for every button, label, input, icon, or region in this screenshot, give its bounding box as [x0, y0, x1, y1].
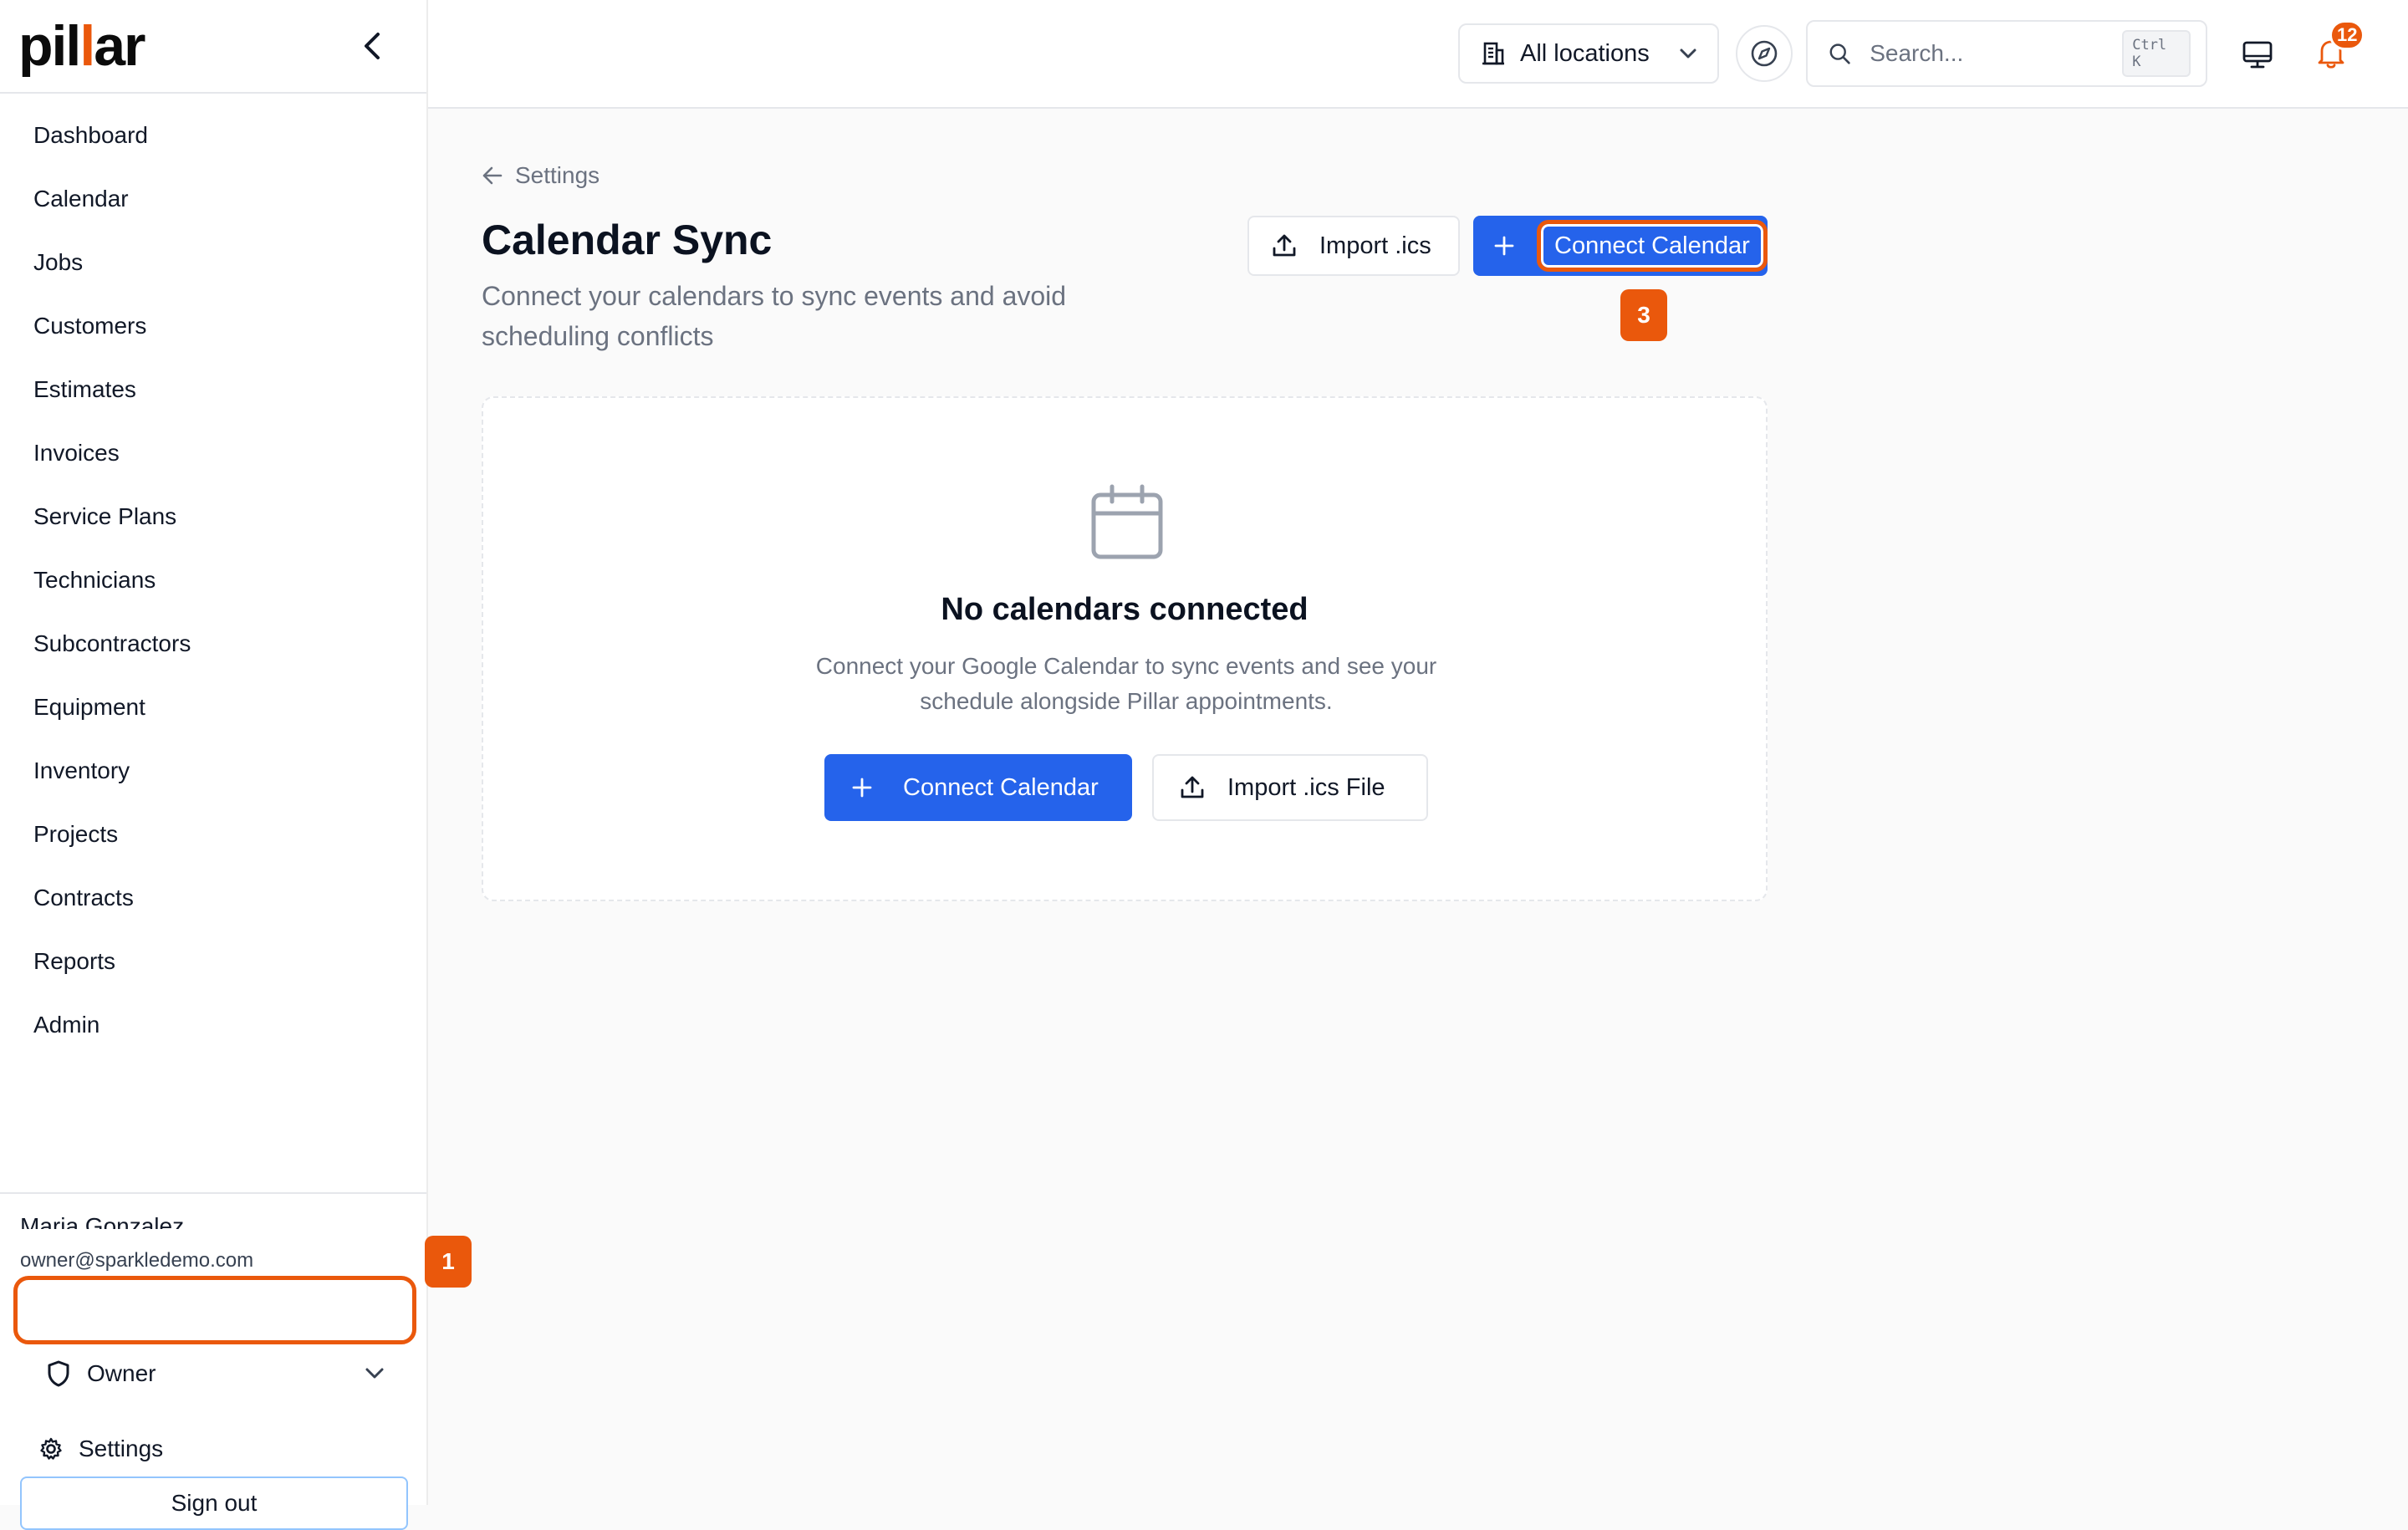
empty-state-title: No calendars connected	[941, 592, 1309, 627]
upload-icon	[1181, 776, 1204, 798]
location-label: All locations	[1520, 39, 1650, 67]
search-icon	[1829, 43, 1850, 64]
empty-connect-calendar-button[interactable]: Connect Calendar	[824, 754, 1132, 821]
page-subtitle: Connect your calendars to sync events an…	[482, 281, 1067, 351]
sidebar-item-service-plans[interactable]: Service Plans	[0, 485, 426, 548]
sidebar-item-estimates[interactable]: Estimates	[0, 358, 426, 421]
sidebar-item-reports[interactable]: Reports	[0, 930, 426, 993]
role-selector[interactable]: Owner	[47, 1353, 385, 1395]
empty-import-ics-file-label: Import .ics File	[1227, 773, 1385, 801]
back-to-settings-link[interactable]: Settings	[482, 162, 599, 189]
sidebar-footer: Maria Gonzalez owner@sparkledemo.com Own…	[0, 1192, 426, 1530]
sidebar-header: pillar	[0, 0, 426, 94]
empty-state-card: No calendars connected Connect your Goog…	[482, 396, 1768, 901]
sidebar-item-dashboard[interactable]: Dashboard	[0, 104, 426, 167]
annotation-badge-1: 1	[425, 1236, 472, 1288]
empty-connect-calendar-label: Connect Calendar	[903, 773, 1099, 801]
compass-button[interactable]	[1736, 25, 1793, 82]
notification-count-badge: 12	[2329, 20, 2365, 50]
topbar: All locations Ctrl K 12	[428, 0, 2408, 109]
annotation-badge-3: 3	[1620, 289, 1667, 341]
sidebar: pillar Dashboard Calendar Jobs Customers…	[0, 0, 428, 1530]
monitor-icon	[2242, 41, 2273, 69]
settings-label: Settings	[79, 1436, 164, 1461]
search-input[interactable]	[1870, 40, 2104, 67]
logo-text-accent: l	[79, 14, 95, 78]
shield-icon	[48, 1360, 69, 1387]
import-ics-button[interactable]: Import .ics	[1247, 216, 1460, 276]
logo-text-end: ar	[94, 14, 145, 78]
compass-icon	[1751, 40, 1778, 67]
calendar-icon	[1091, 484, 1163, 559]
sidebar-item-technicians[interactable]: Technicians	[0, 548, 426, 612]
sidebar-item-subcontractors[interactable]: Subcontractors	[0, 612, 426, 676]
sidebar-item-customers[interactable]: Customers	[0, 294, 426, 358]
import-ics-label: Import .ics	[1319, 232, 1431, 259]
sidebar-item-admin[interactable]: Admin	[0, 993, 426, 1057]
highlight-box-email	[13, 1276, 416, 1344]
pillar-logo[interactable]: pillar	[18, 18, 146, 74]
sidebar-item-inventory[interactable]: Inventory	[0, 739, 426, 803]
chevron-down-icon	[1680, 48, 1696, 59]
empty-state-description: Connect your Google Calendar to sync eve…	[815, 653, 1437, 714]
sidebar-settings-link[interactable]: Settings	[38, 1428, 163, 1470]
search-shortcut-hint: Ctrl K	[2122, 30, 2191, 77]
sidebar-nav: Dashboard Calendar Jobs Customers Estima…	[0, 94, 426, 1057]
connect-calendar-button[interactable]: Connect Calendar	[1473, 216, 1768, 276]
empty-import-ics-file-button[interactable]: Import .ics File	[1152, 754, 1428, 821]
user-email: owner@sparkledemo.com	[20, 1249, 254, 1272]
upload-icon	[1273, 234, 1296, 257]
back-link-label: Settings	[515, 162, 600, 188]
collapse-sidebar-button[interactable]	[353, 26, 393, 66]
sidebar-item-contracts[interactable]: Contracts	[0, 866, 426, 930]
sign-out-button[interactable]: Sign out	[20, 1476, 408, 1530]
page-title: Calendar Sync	[482, 217, 773, 263]
chevron-down-icon	[365, 1368, 384, 1379]
building-icon	[1482, 42, 1504, 65]
logo-text-start: pil	[18, 14, 81, 78]
role-label: Owner	[87, 1360, 156, 1386]
plus-icon	[1494, 236, 1514, 256]
sidebar-item-calendar[interactable]: Calendar	[0, 167, 426, 231]
plus-icon	[852, 778, 872, 798]
sidebar-item-projects[interactable]: Projects	[0, 803, 426, 866]
user-name: Maria Gonzalez	[20, 1213, 185, 1229]
arrow-left-icon	[482, 166, 503, 185]
sidebar-item-invoices[interactable]: Invoices	[0, 421, 426, 485]
search-box[interactable]: Ctrl K	[1806, 20, 2207, 87]
connect-calendar-label: Connect Calendar	[1537, 220, 1768, 272]
role-label-group: Owner	[47, 1360, 156, 1387]
sidebar-item-jobs[interactable]: Jobs	[0, 231, 426, 294]
gear-icon	[40, 1437, 62, 1460]
location-selector[interactable]: All locations	[1458, 23, 1719, 84]
chevron-left-icon	[365, 33, 380, 59]
sidebar-item-equipment[interactable]: Equipment	[0, 676, 426, 739]
display-button[interactable]	[2234, 33, 2281, 77]
